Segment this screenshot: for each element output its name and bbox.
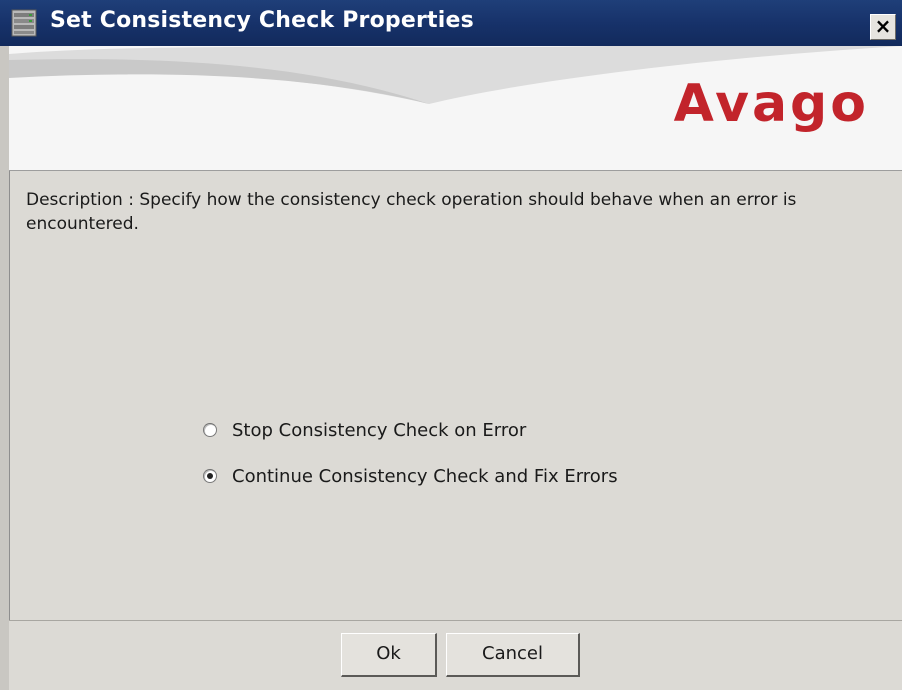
description-text: Description : Specify how the consistenc… [26, 190, 797, 234]
button-bar: Ok Cancel [9, 620, 902, 690]
radio-label: Stop Consistency Check on Error [232, 419, 527, 441]
radio-checked-icon[interactable] [203, 469, 217, 483]
title-bar[interactable]: Set Consistency Check Properties × [0, 0, 902, 46]
radio-stop-on-error[interactable]: Stop Consistency Check on Error [203, 415, 526, 445]
content-panel: Description : Specify how the consistenc… [9, 171, 902, 620]
radio-label: Continue Consistency Check and Fix Error… [232, 465, 618, 487]
window-left-border [0, 46, 9, 690]
close-button[interactable]: × [870, 14, 896, 40]
radio-unchecked-icon[interactable] [203, 423, 217, 437]
dialog-window: Set Consistency Check Properties × Avago… [0, 0, 902, 690]
radio-continue-and-fix[interactable]: Continue Consistency Check and Fix Error… [203, 461, 618, 491]
cancel-button[interactable]: Cancel [446, 633, 580, 677]
server-stack-icon [11, 9, 37, 37]
avago-logo: Avago [673, 74, 869, 134]
header-banner: Avago [9, 46, 902, 171]
ok-button[interactable]: Ok [341, 633, 437, 677]
window-title: Set Consistency Check Properties [50, 8, 474, 33]
